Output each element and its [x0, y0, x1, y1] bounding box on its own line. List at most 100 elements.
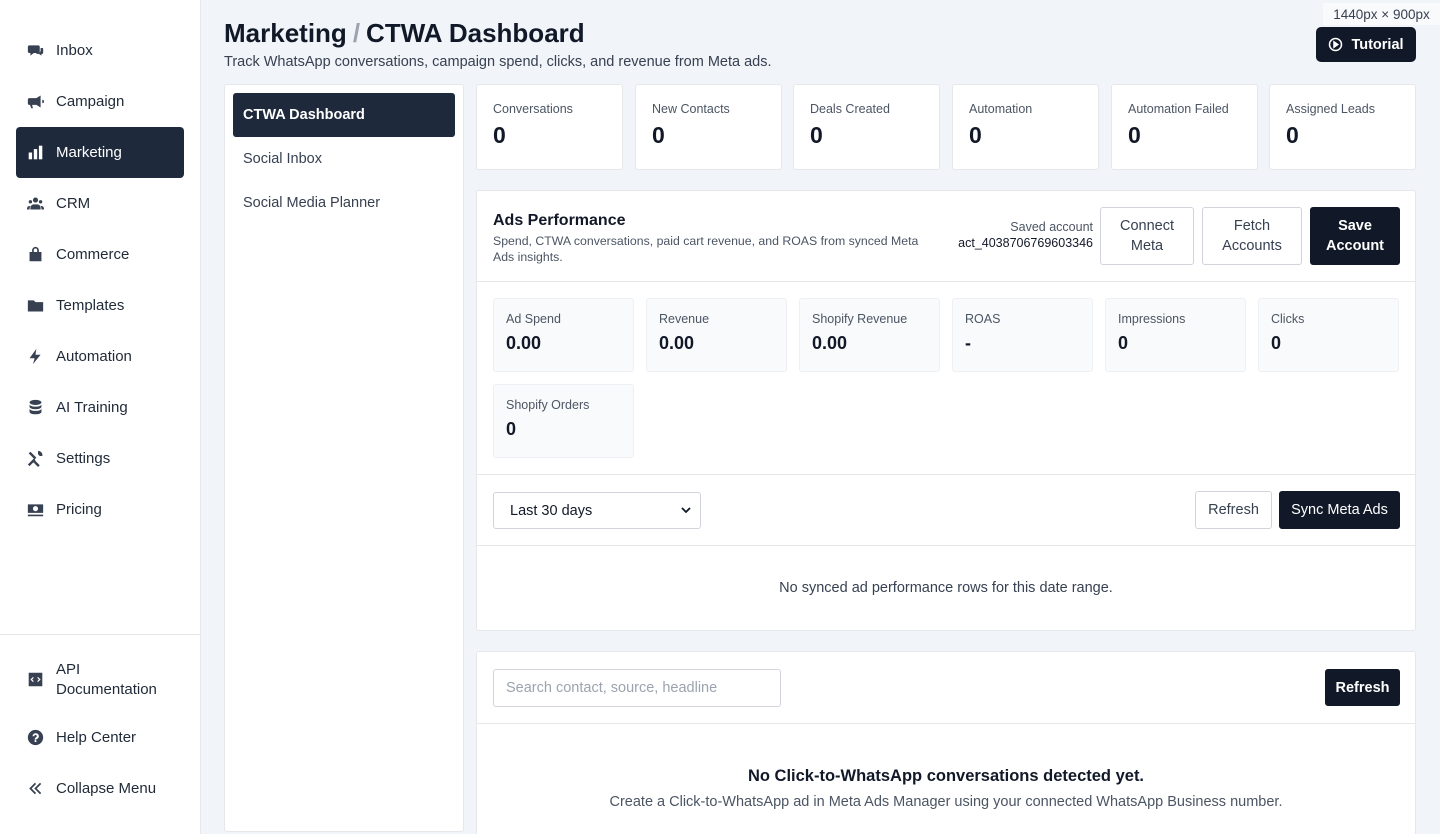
sidebar-item-label: API Documentation	[56, 660, 157, 700]
metric-clicks: Clicks 0	[1258, 298, 1399, 372]
stat-card-new-contacts: New Contacts 0	[635, 84, 782, 170]
metric-label: Impressions	[1118, 312, 1186, 326]
sidebar-item-inbox[interactable]: Inbox	[16, 25, 184, 76]
metric-value: 0.00	[506, 333, 542, 353]
sidebar-item-pricing[interactable]: Pricing	[16, 484, 184, 535]
sidebar-item-label: Help Center	[56, 729, 137, 746]
subnav-item-social-media-planner[interactable]: Social Media Planner	[233, 181, 455, 225]
metric-value: -	[965, 333, 971, 353]
stat-label: Assigned Leads	[1286, 102, 1375, 116]
divider	[477, 545, 1415, 546]
sidebar-item-ai-training[interactable]: AI Training	[16, 382, 184, 433]
sidebar-item-label: Templates	[56, 297, 125, 314]
subnav-item-social-inbox[interactable]: Social Inbox	[233, 137, 455, 181]
metric-value: 0	[1118, 333, 1129, 353]
sidebar-item-help-center[interactable]: Help Center	[16, 712, 184, 763]
save-account-label: Save Account	[1326, 216, 1384, 256]
metric-value: 0.00	[812, 333, 848, 353]
divider	[477, 474, 1415, 475]
fetch-accounts-button[interactable]: Fetch Accounts	[1202, 207, 1302, 265]
chevrons-left-icon	[26, 780, 44, 798]
subnav-item-ctwa-dashboard[interactable]: CTWA Dashboard	[233, 93, 455, 137]
breadcrumb-parent[interactable]: Marketing	[224, 18, 347, 48]
chevron-down-icon	[681, 507, 691, 514]
sidebar-item-label: Marketing	[56, 144, 122, 161]
sidebar-item-crm[interactable]: CRM	[16, 178, 184, 229]
stat-label: Automation Failed	[1128, 102, 1229, 116]
bar-chart-icon	[26, 144, 44, 162]
refresh-conversations-button[interactable]: Refresh	[1325, 669, 1400, 706]
sidebar-item-api-documentation[interactable]: API Documentation	[16, 654, 184, 705]
sidebar-divider	[0, 634, 200, 635]
ctwa-conversations-panel: Search contact, source, headline Refresh…	[476, 651, 1416, 834]
sidebar-item-marketing[interactable]: Marketing	[16, 127, 184, 178]
sidebar-item-label: AI Training	[56, 399, 128, 416]
stat-label: New Contacts	[652, 102, 730, 116]
sync-meta-ads-button[interactable]: Sync Meta Ads	[1279, 491, 1400, 529]
sidebar: Inbox Campaign Marketing CRM Commerce Te…	[0, 0, 201, 834]
ads-performance-panel: Ads Performance Spend, CTWA conversation…	[476, 190, 1416, 631]
marketing-subnav: CTWA Dashboard Social Inbox Social Media…	[224, 84, 464, 832]
divider	[477, 723, 1415, 724]
sidebar-item-collapse-menu[interactable]: Collapse Menu	[16, 763, 184, 814]
tools-icon	[26, 450, 44, 468]
breadcrumb-separator: /	[352, 18, 361, 48]
stat-value: 0	[1128, 122, 1141, 148]
sidebar-item-templates[interactable]: Templates	[16, 280, 184, 331]
sidebar-item-label: Collapse Menu	[56, 780, 157, 797]
date-range-select[interactable]: Last 30 days	[493, 492, 701, 529]
metric-label: ROAS	[965, 312, 1001, 326]
sidebar-item-label-line2: Documentation	[56, 680, 157, 698]
sidebar-item-label: CRM	[56, 195, 91, 212]
play-circle-icon	[1329, 37, 1343, 52]
code-icon	[26, 671, 44, 689]
ads-empty-message: No synced ad performance rows for this d…	[779, 580, 1113, 596]
stat-value: 0	[969, 122, 982, 148]
stat-value: 0	[652, 122, 665, 148]
fetch-accounts-label-line1: Fetch	[1233, 218, 1271, 234]
metric-label: Shopify Orders	[506, 398, 590, 412]
connect-meta-label-line2: Meta	[1130, 238, 1164, 254]
stat-label: Deals Created	[810, 102, 890, 116]
metric-value: 0	[1271, 333, 1282, 353]
shopping-bag-icon	[26, 246, 44, 264]
metric-impressions: Impressions 0	[1105, 298, 1246, 372]
metric-shopify-revenue: Shopify Revenue 0.00	[799, 298, 940, 372]
sidebar-item-label: Pricing	[56, 501, 102, 518]
refresh-ads-button[interactable]: Refresh	[1195, 491, 1272, 529]
sidebar-item-settings[interactable]: Settings	[16, 433, 184, 484]
tutorial-button-label: Tutorial	[1351, 36, 1404, 53]
save-account-button[interactable]: Save Account	[1310, 207, 1400, 265]
metric-label: Shopify Revenue	[812, 312, 908, 326]
connect-meta-button[interactable]: Connect Meta	[1100, 207, 1194, 265]
ctwa-empty-subtitle: Create a Click-to-WhatsApp ad in Meta Ad…	[609, 794, 1283, 810]
fetch-accounts-label-line2: Accounts	[1222, 238, 1282, 254]
sidebar-item-campaign[interactable]: Campaign	[16, 76, 184, 127]
saved-account-label: Saved account	[1010, 220, 1093, 234]
date-range-value: Last 30 days	[510, 502, 593, 519]
metric-label: Ad Spend	[506, 312, 561, 326]
tutorial-button[interactable]: Tutorial	[1316, 27, 1416, 62]
stat-card-automation: Automation 0	[952, 84, 1099, 170]
sidebar-item-label: Commerce	[56, 246, 130, 263]
search-input[interactable]: Search contact, source, headline	[493, 669, 781, 707]
metric-revenue: Revenue 0.00	[646, 298, 787, 372]
stat-card-deals-created: Deals Created 0	[793, 84, 940, 170]
stat-value: 0	[1286, 122, 1299, 148]
connect-meta-label-line1: Connect	[1119, 218, 1174, 234]
help-icon	[26, 729, 44, 747]
sidebar-item-commerce[interactable]: Commerce	[16, 229, 184, 280]
folder-icon	[26, 297, 44, 315]
sidebar-item-automation[interactable]: Automation	[16, 331, 184, 382]
stat-value: 0	[810, 122, 823, 148]
metric-value: 0	[506, 419, 517, 439]
divider	[477, 281, 1415, 282]
metric-shopify-orders: Shopify Orders 0	[493, 384, 634, 458]
metric-label: Clicks	[1271, 312, 1305, 326]
page-title: Marketing / CTWA Dashboard	[224, 18, 585, 49]
saved-account-value: act_4038706769603346	[958, 236, 1093, 250]
stat-card-automation-failed: Automation Failed 0	[1111, 84, 1258, 170]
sidebar-item-label-line1: API	[56, 660, 81, 678]
stat-card-assigned-leads: Assigned Leads 0	[1269, 84, 1416, 170]
sidebar-item-label: Automation	[56, 348, 132, 365]
